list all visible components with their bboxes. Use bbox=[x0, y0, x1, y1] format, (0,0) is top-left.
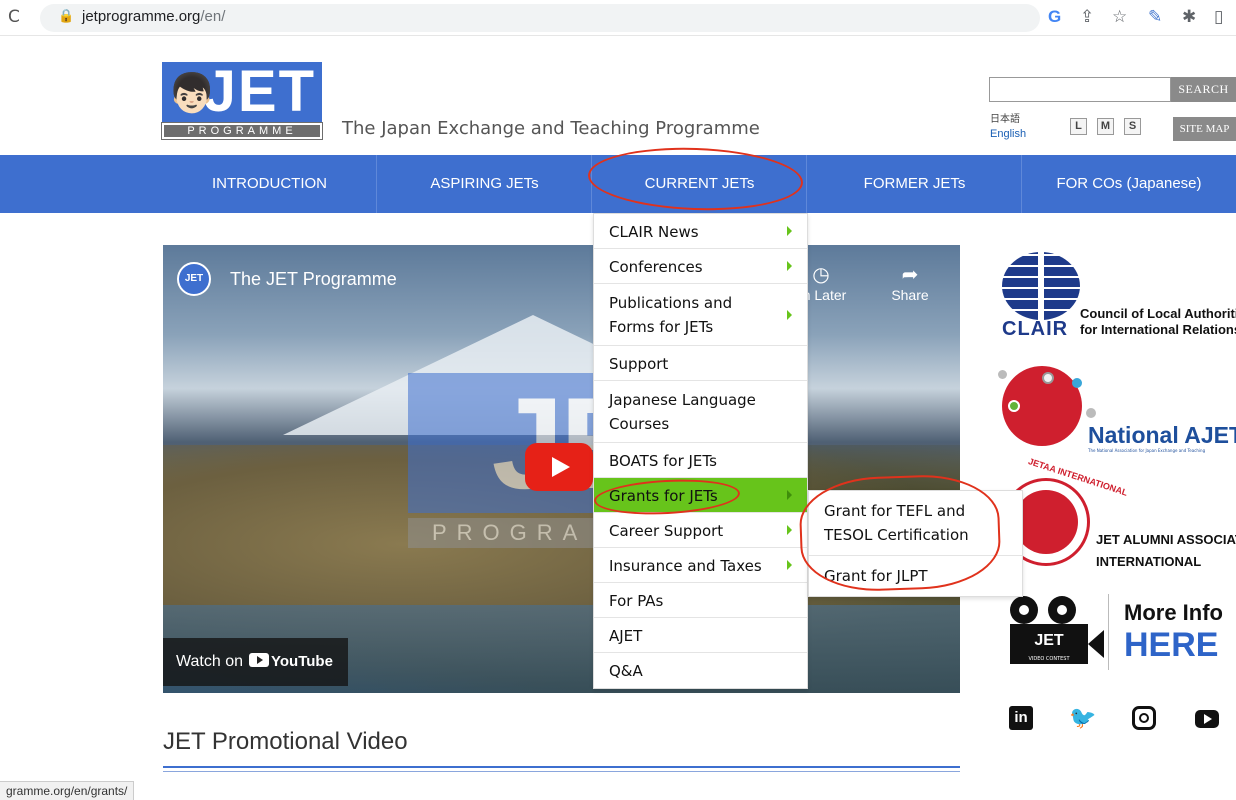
ajet-dot bbox=[1042, 372, 1054, 384]
jetaa-name-line2: INTERNATIONAL bbox=[1096, 554, 1202, 569]
youtube-icon[interactable] bbox=[1195, 710, 1219, 728]
lang-japanese-link[interactable]: 日本語 bbox=[990, 110, 1020, 125]
video-contest-link[interactable]: JET VIDEO CONTEST More Info HERE bbox=[996, 590, 1236, 680]
ajet-dot bbox=[1008, 400, 1020, 412]
menu-item-for-pas[interactable]: For PAs bbox=[594, 583, 807, 618]
search-input[interactable] bbox=[989, 77, 1171, 102]
chevron-right-icon bbox=[787, 560, 792, 570]
more-info-text: More Info bbox=[1124, 600, 1223, 625]
here-text: HERE bbox=[1124, 626, 1219, 664]
youtube-logo-icon: YouTube bbox=[249, 638, 333, 686]
play-button[interactable] bbox=[525, 443, 593, 491]
divider bbox=[1108, 594, 1109, 670]
jetaa-logo-link[interactable]: JETAA INTERNATIONAL JET ALUMNI ASSOCIATI… bbox=[996, 456, 1236, 578]
nav-aspiring-jets[interactable]: ASPIRING JETs bbox=[378, 155, 592, 213]
menu-item-boats[interactable]: BOATS for JETs bbox=[594, 443, 807, 478]
share-button[interactable]: ➦ Share bbox=[880, 263, 940, 303]
nav-former-jets[interactable]: FORMER JETs bbox=[808, 155, 1022, 213]
menu-item-ajet[interactable]: AJET bbox=[594, 618, 807, 653]
current-jets-dropdown: CLAIR News Conferences Publications and … bbox=[593, 213, 808, 689]
channel-avatar-icon[interactable]: JET bbox=[177, 262, 211, 296]
ajet-subtitle: The National Association for Japan Excha… bbox=[1088, 448, 1206, 453]
nav-for-cos[interactable]: FOR COs (Japanese) bbox=[1022, 155, 1236, 213]
reload-icon[interactable]: C bbox=[8, 7, 20, 27]
jetaa-emblem-icon bbox=[1014, 490, 1078, 554]
heading-underline-thin bbox=[163, 771, 960, 772]
google-icon[interactable]: G bbox=[1048, 7, 1061, 27]
nav-introduction[interactable]: INTRODUCTION bbox=[163, 155, 377, 213]
menu-item-insurance-taxes[interactable]: Insurance and Taxes bbox=[594, 548, 807, 583]
lang-english-link[interactable]: English bbox=[990, 128, 1026, 140]
logo-programme-strip: PROGRAMME bbox=[161, 122, 323, 140]
sidebar-icon[interactable]: ▯ bbox=[1214, 7, 1223, 27]
menu-item-japanese-courses[interactable]: Japanese Language Courses bbox=[594, 381, 807, 443]
clair-name-line1: Council of Local Authorities bbox=[1080, 306, 1236, 321]
clair-logo-link[interactable]: CLAIR Council of Local Authorities for I… bbox=[1000, 252, 1236, 342]
font-size-large-button[interactable]: L bbox=[1070, 118, 1087, 135]
chevron-right-icon bbox=[787, 261, 792, 271]
logo-figures-icon: 👦🏻 bbox=[168, 71, 216, 115]
search-button[interactable]: SEARCH bbox=[1171, 77, 1236, 102]
url-text[interactable]: jetprogramme.org/en/ bbox=[82, 8, 225, 25]
share-icon[interactable]: ⇪ bbox=[1080, 7, 1094, 27]
menu-item-clair-news[interactable]: CLAIR News bbox=[594, 214, 807, 249]
linkedin-icon[interactable]: in bbox=[1009, 706, 1033, 730]
ajet-dot bbox=[1086, 408, 1096, 418]
menu-item-publications[interactable]: Publications and Forms for JETs bbox=[594, 284, 807, 346]
font-size-medium-button[interactable]: M bbox=[1097, 118, 1114, 135]
clair-globe-icon bbox=[1002, 252, 1080, 320]
annotation-circle-submenu bbox=[798, 472, 1002, 594]
star-icon[interactable]: ☆ bbox=[1112, 7, 1127, 27]
youtube-video-embed[interactable]: JET PROGRA JET The JET Programme ◷ch Lat… bbox=[163, 245, 960, 693]
chevron-right-icon bbox=[787, 525, 792, 535]
chevron-right-icon bbox=[787, 309, 792, 320]
camera-reel bbox=[1048, 596, 1076, 624]
camera-reel bbox=[1010, 596, 1038, 624]
watch-on-youtube-button[interactable]: Watch on YouTube bbox=[163, 638, 348, 686]
lock-icon[interactable]: 🔒 bbox=[58, 9, 74, 24]
video-title[interactable]: The JET Programme bbox=[230, 269, 397, 290]
jet-logo[interactable]: JET 👦🏻 PROGRAMME bbox=[161, 62, 323, 140]
menu-item-support[interactable]: Support bbox=[594, 346, 807, 381]
film-camera-icon: JET VIDEO CONTEST bbox=[1002, 596, 1104, 672]
promo-video-heading: JET Promotional Video bbox=[163, 728, 408, 755]
ajet-name: National AJET bbox=[1088, 422, 1236, 448]
jetaa-name-line1: JET ALUMNI ASSOCIATION bbox=[1096, 532, 1236, 547]
clair-name-line2: for International Relations bbox=[1080, 322, 1236, 337]
heading-underline bbox=[163, 766, 960, 768]
browser-toolbar: C 🔒 jetprogramme.org/en/ G ⇪ ☆ ✎ ✱ ▯ bbox=[0, 0, 1236, 36]
link-status-bar: gramme.org/en/grants/ bbox=[0, 781, 135, 800]
camera-subtitle: VIDEO CONTEST bbox=[1028, 656, 1070, 662]
share-arrow-icon: ➦ bbox=[901, 264, 919, 286]
ajet-dot bbox=[998, 370, 1007, 379]
site-tagline: The Japan Exchange and Teaching Programm… bbox=[342, 118, 760, 139]
chevron-right-icon bbox=[787, 490, 792, 500]
clair-wordmark: CLAIR bbox=[1002, 318, 1069, 340]
sitemap-button[interactable]: SITE MAP bbox=[1173, 117, 1236, 141]
menu-item-qa[interactable]: Q&A bbox=[594, 653, 807, 688]
chevron-right-icon bbox=[787, 226, 792, 236]
national-ajet-logo-link[interactable]: National AJET The National Association f… bbox=[996, 366, 1236, 456]
ajet-dot bbox=[1072, 378, 1082, 388]
twitter-icon[interactable]: 🐦 bbox=[1069, 706, 1096, 730]
instagram-icon[interactable] bbox=[1132, 706, 1156, 730]
menu-item-conferences[interactable]: Conferences bbox=[594, 249, 807, 284]
puzzle-icon[interactable]: ✱ bbox=[1182, 7, 1196, 27]
menu-item-career-support[interactable]: Career Support bbox=[594, 513, 807, 548]
extension-icon[interactable]: ✎ bbox=[1148, 7, 1162, 27]
font-size-small-button[interactable]: S bbox=[1124, 118, 1141, 135]
camera-lens bbox=[1088, 630, 1104, 658]
